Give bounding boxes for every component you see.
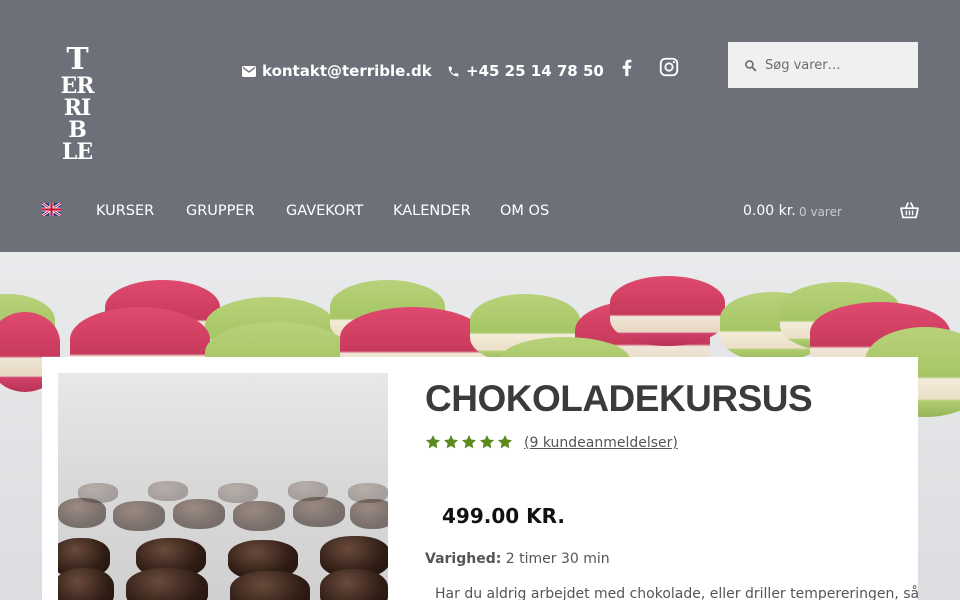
star-icon — [426, 435, 440, 449]
nav-item-om-os[interactable]: OM OS — [500, 203, 549, 219]
nav-item-kurser[interactable]: KURSER — [96, 203, 154, 219]
product-title: CHOKOLADEKURSUS — [425, 378, 813, 419]
search-box[interactable] — [728, 42, 918, 88]
nav-item-kalender[interactable]: KALENDER — [393, 203, 471, 219]
product-image[interactable] — [58, 373, 388, 600]
facebook-icon — [622, 59, 632, 77]
duration-value: 2 timer 30 min — [505, 551, 610, 567]
email-link[interactable]: kontakt@terrible.dk — [242, 62, 432, 80]
duration-label: Varighed: — [425, 551, 502, 567]
logo-line-4: B — [68, 117, 87, 143]
nav-item-grupper[interactable]: GRUPPER — [186, 203, 255, 219]
logo-line-5: LE — [61, 139, 93, 165]
site-header: T ER RI B LE kontakt@terrible.dk +45 25 … — [0, 0, 960, 252]
phone-text: +45 25 14 78 50 — [466, 62, 604, 80]
logo-line-1: T — [66, 42, 88, 77]
search-icon — [745, 59, 757, 71]
reviews-link[interactable]: (9 kundeanmeldelser) — [524, 435, 678, 451]
star-icon — [480, 435, 494, 449]
phone-link[interactable]: +45 25 14 78 50 — [447, 62, 604, 80]
cart-count[interactable]: 0 varer — [799, 205, 842, 219]
instagram-link[interactable] — [658, 56, 680, 78]
star-icon — [462, 435, 476, 449]
product-description: Har du aldrig arbejdet med chokolade, el… — [435, 586, 920, 600]
logo-line-3: RI — [63, 95, 92, 121]
envelope-icon — [242, 65, 256, 77]
terrible-logo[interactable]: T ER RI B LE — [55, 45, 99, 171]
star-icon — [498, 435, 512, 449]
facebook-link[interactable] — [616, 56, 638, 78]
search-input[interactable] — [765, 57, 905, 73]
instagram-icon — [659, 57, 679, 77]
logo-line-2: ER — [60, 73, 94, 99]
product-card: CHOKOLADEKURSUS (9 kundeanmeldelser) 499… — [42, 357, 920, 600]
product-price: 499.00 KR. — [442, 504, 566, 528]
product-duration: Varighed: 2 timer 30 min — [425, 551, 610, 567]
basket-icon[interactable] — [900, 202, 919, 219]
cart-total[interactable]: 0.00 kr. — [743, 203, 796, 219]
uk-flag-icon[interactable] — [42, 203, 61, 216]
email-text: kontakt@terrible.dk — [262, 62, 432, 80]
star-icon — [444, 435, 458, 449]
nav-item-gavekort[interactable]: GAVEKORT — [286, 203, 363, 219]
star-rating — [425, 434, 513, 450]
phone-icon — [448, 66, 459, 76]
